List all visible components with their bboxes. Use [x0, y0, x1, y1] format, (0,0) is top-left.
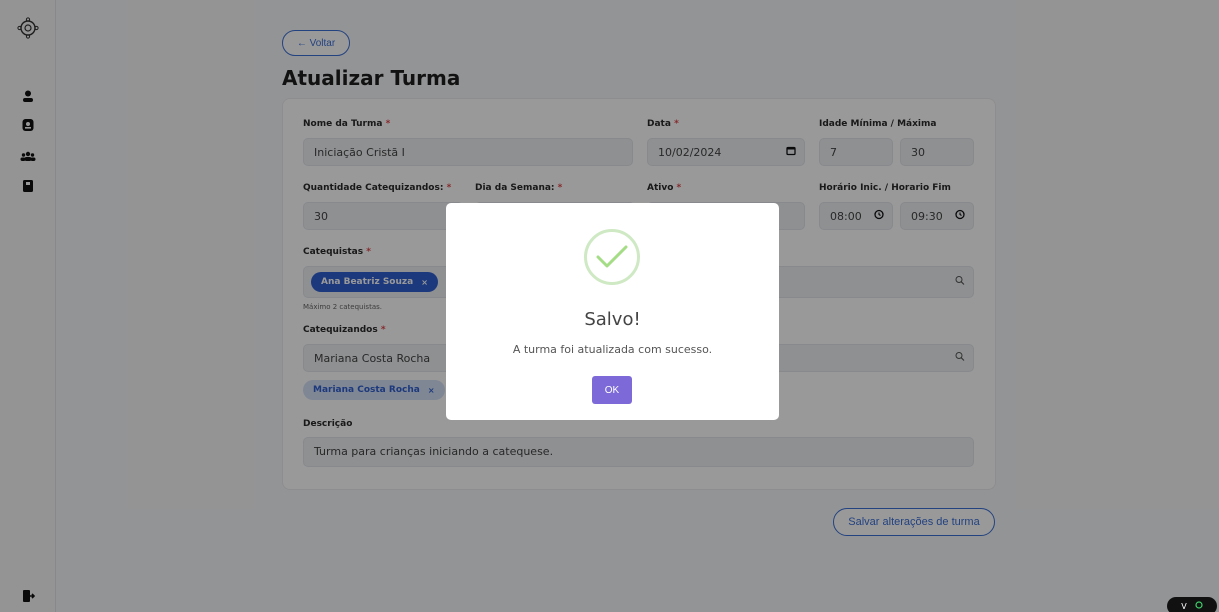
- status-dot-icon: [1195, 601, 1203, 611]
- success-check-icon: [584, 229, 640, 285]
- dev-badge[interactable]: V: [1167, 597, 1217, 612]
- success-modal: Salvo! A turma foi atualizada com sucess…: [446, 203, 779, 420]
- modal-message: A turma foi atualizada com sucesso.: [512, 343, 713, 356]
- badge-label: V: [1181, 601, 1187, 611]
- ok-button[interactable]: OK: [592, 376, 632, 404]
- modal-title: Salvo!: [584, 309, 641, 330]
